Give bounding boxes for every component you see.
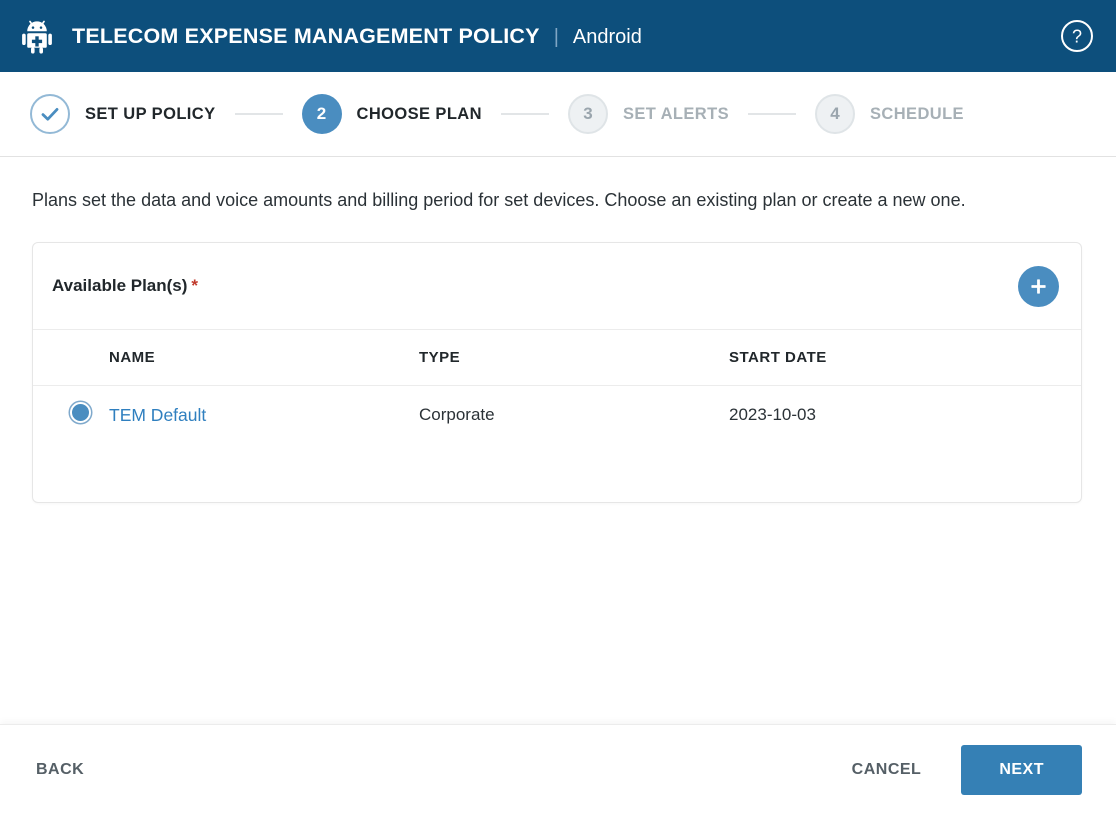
available-plans-card: Available Plan(s)* NAME TYPE START DATE xyxy=(32,242,1082,503)
table-row-spacer xyxy=(33,444,1081,502)
cancel-button[interactable]: CANCEL xyxy=(850,753,924,787)
plus-icon xyxy=(1029,277,1048,296)
row-type-cell: Corporate xyxy=(419,386,729,445)
row-select-cell xyxy=(33,386,109,445)
plan-radio-selected[interactable] xyxy=(70,402,91,423)
step-3-circle: 3 xyxy=(568,94,608,134)
plans-table: NAME TYPE START DATE TEM Default Corpora… xyxy=(33,330,1081,502)
svg-text:?: ? xyxy=(1072,27,1082,47)
step-4-circle: 4 xyxy=(815,94,855,134)
step-connector-1 xyxy=(235,113,283,115)
step-connector-3 xyxy=(748,113,796,115)
step-choose-plan[interactable]: 2 CHOOSE PLAN xyxy=(302,94,482,134)
page-title: TELECOM EXPENSE MANAGEMENT POLICY xyxy=(72,24,540,49)
required-marker: * xyxy=(191,276,198,295)
step-2-label: CHOOSE PLAN xyxy=(357,105,482,124)
main-content: Plans set the data and voice amounts and… xyxy=(0,157,1116,724)
step-4-label: SCHEDULE xyxy=(870,105,964,124)
column-type: TYPE xyxy=(419,330,729,386)
help-circle-icon[interactable]: ? xyxy=(1060,19,1094,53)
platform-label: Android xyxy=(573,26,642,49)
step-connector-2 xyxy=(501,113,549,115)
step-1-label: SET UP POLICY xyxy=(85,105,216,124)
card-title-text: Available Plan(s) xyxy=(52,276,187,295)
table-empty-space xyxy=(33,444,1081,502)
wizard-footer: BACK CANCEL NEXT xyxy=(0,724,1116,815)
check-icon xyxy=(39,103,61,125)
table-row[interactable]: TEM Default Corporate 2023-10-03 xyxy=(33,386,1081,445)
table-header-row: NAME TYPE START DATE xyxy=(33,330,1081,386)
column-start-date: START DATE xyxy=(729,330,1081,386)
card-title: Available Plan(s)* xyxy=(52,276,1018,296)
title-separator: | xyxy=(554,26,559,49)
step-set-up-policy[interactable]: SET UP POLICY xyxy=(30,94,216,134)
plan-name-link[interactable]: TEM Default xyxy=(109,405,206,425)
step-1-circle xyxy=(30,94,70,134)
step-4-number: 4 xyxy=(830,104,839,124)
row-start-date-cell: 2023-10-03 xyxy=(729,386,1081,445)
row-name-cell: TEM Default xyxy=(109,386,419,445)
step-set-alerts[interactable]: 3 SET ALERTS xyxy=(568,94,729,134)
step-2-number: 2 xyxy=(317,104,326,124)
back-button[interactable]: BACK xyxy=(34,753,86,787)
card-header: Available Plan(s)* xyxy=(33,243,1081,330)
step-3-label: SET ALERTS xyxy=(623,105,729,124)
add-plan-button[interactable] xyxy=(1018,266,1059,307)
step-3-number: 3 xyxy=(583,104,592,124)
column-select xyxy=(33,330,109,386)
next-button[interactable]: NEXT xyxy=(961,745,1082,795)
header-title-group: TELECOM EXPENSE MANAGEMENT POLICY | Andr… xyxy=(72,24,1060,49)
step-description: Plans set the data and voice amounts and… xyxy=(32,185,1082,216)
step-schedule[interactable]: 4 SCHEDULE xyxy=(815,94,964,134)
tem-policy-wizard: TELECOM EXPENSE MANAGEMENT POLICY | Andr… xyxy=(0,0,1116,815)
step-2-circle: 2 xyxy=(302,94,342,134)
column-name: NAME xyxy=(109,330,419,386)
app-header: TELECOM EXPENSE MANAGEMENT POLICY | Andr… xyxy=(0,0,1116,72)
android-robot-icon xyxy=(20,18,54,54)
wizard-stepper: SET UP POLICY 2 CHOOSE PLAN 3 SET ALERTS… xyxy=(0,72,1116,157)
